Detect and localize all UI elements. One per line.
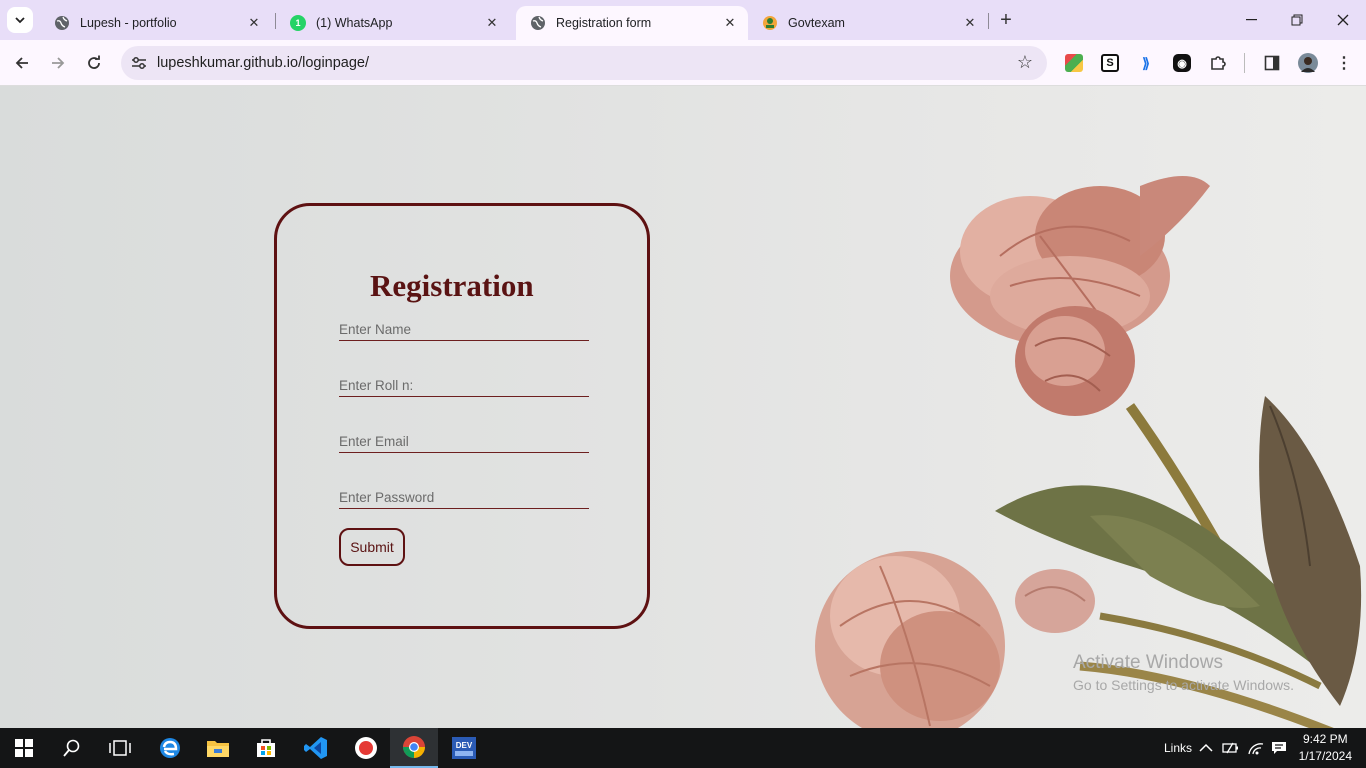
profile-avatar[interactable]: [1298, 53, 1318, 73]
links-toolbar[interactable]: Links: [1164, 728, 1192, 768]
plus-icon: +: [1000, 8, 1012, 31]
windows-taskbar: DEV Links 9:42 PM 1/17/2024: [0, 728, 1366, 768]
s-extension-icon[interactable]: S: [1101, 54, 1119, 72]
clock-date: 1/17/2024: [1298, 749, 1352, 763]
svg-text:DEV: DEV: [456, 741, 473, 750]
tab-portfolio[interactable]: Lupesh - portfolio ✕: [40, 6, 272, 40]
chrome-icon: [403, 736, 425, 758]
arrow-left-icon: [15, 57, 28, 69]
network-status-button[interactable]: [1247, 728, 1265, 768]
store-bag-icon: [257, 739, 275, 757]
tab-govtexam[interactable]: Govtexam ✕: [748, 6, 988, 40]
dev-taskbar-button[interactable]: DEV: [440, 728, 488, 768]
recorder-taskbar-button[interactable]: [342, 728, 390, 768]
roll-number-input[interactable]: [339, 375, 589, 395]
flower-background-image: [815, 176, 1362, 728]
chevron-down-icon: [15, 17, 25, 24]
edge-icon: [160, 738, 180, 758]
show-hidden-icons-button[interactable]: [1199, 728, 1213, 768]
battery-icon: [1222, 742, 1238, 754]
windows-logo-icon: [15, 739, 33, 757]
task-view-icon: [109, 740, 131, 756]
vscode-icon: [304, 737, 327, 759]
tab-close-icon[interactable]: ✕: [720, 13, 740, 33]
chrome-taskbar-button[interactable]: [390, 728, 438, 768]
taskbar-clock[interactable]: 9:42 PM 1/17/2024: [1299, 731, 1352, 765]
globe-icon: [530, 15, 546, 31]
search-button[interactable]: [48, 728, 96, 768]
tab-close-icon[interactable]: ✕: [482, 13, 502, 33]
kebab-menu-icon[interactable]: ⋮: [1335, 54, 1353, 72]
tab-separator: [988, 13, 989, 29]
message-icon: [1272, 742, 1286, 754]
new-tab-button[interactable]: +: [994, 8, 1018, 32]
wifi-icon: [1248, 743, 1264, 755]
tab-close-icon[interactable]: ✕: [244, 13, 264, 33]
tab-title: Govtexam: [788, 16, 845, 30]
tab-close-icon[interactable]: ✕: [960, 13, 980, 33]
vscode-taskbar-button[interactable]: [292, 728, 340, 768]
restore-button[interactable]: [1274, 0, 1320, 40]
registration-heading: Registration: [370, 268, 534, 303]
tab-search-button[interactable]: [7, 7, 33, 33]
close-window-button[interactable]: [1320, 0, 1366, 40]
globe-icon: [54, 15, 70, 31]
minimize-button[interactable]: [1228, 0, 1274, 40]
back-button[interactable]: [8, 49, 36, 77]
address-bar[interactable]: lupeshkumar.github.io/loginpage/ ☆: [121, 46, 1047, 80]
submit-button[interactable]: Submit: [339, 528, 405, 566]
chevron-up-icon: [1199, 743, 1213, 752]
extensions-puzzle-icon[interactable]: [1209, 54, 1227, 72]
tab-registration-form[interactable]: Registration form ✕: [516, 6, 748, 40]
page-viewport: Registration Submit Activate Windows Go …: [0, 86, 1366, 728]
tab-title: (1) WhatsApp: [316, 16, 393, 30]
name-input[interactable]: [339, 319, 589, 339]
power-status-button[interactable]: [1222, 728, 1240, 768]
whatsapp-badge-icon: 1: [290, 15, 306, 31]
task-view-button[interactable]: [96, 728, 144, 768]
tab-title: Registration form: [556, 16, 652, 30]
color-extension-icon[interactable]: [1065, 54, 1083, 72]
site-settings-icon[interactable]: [129, 53, 149, 73]
name-field: [339, 319, 589, 341]
arrow-right-icon: [52, 57, 65, 69]
tab-whatsapp[interactable]: 1 (1) WhatsApp ✕: [276, 6, 510, 40]
edge-taskbar-button[interactable]: [146, 728, 194, 768]
email-field: [339, 431, 589, 453]
file-explorer-taskbar-button[interactable]: [194, 728, 242, 768]
password-input[interactable]: [339, 487, 589, 507]
close-icon: [1337, 14, 1349, 26]
govtexam-favicon-icon: [762, 15, 778, 31]
toolbar-divider: [1244, 53, 1245, 73]
password-field: [339, 487, 589, 509]
email-input[interactable]: [339, 431, 589, 451]
links-label: Links: [1164, 741, 1193, 755]
clock-time: 9:42 PM: [1302, 732, 1348, 746]
reload-icon: [88, 55, 100, 69]
restore-icon: [1291, 14, 1303, 26]
search-icon: [63, 739, 80, 757]
wave-extension-icon[interactable]: ⟫: [1137, 54, 1155, 72]
activate-windows-watermark: Activate Windows Go to Settings to activ…: [1073, 652, 1294, 693]
circle-extension-icon[interactable]: ◉: [1173, 54, 1191, 72]
watermark-subtitle: Go to Settings to activate Windows.: [1073, 677, 1294, 693]
browser-toolbar: lupeshkumar.github.io/loginpage/ ☆ S ⟫ ◉…: [0, 40, 1366, 86]
folder-icon: [207, 741, 229, 757]
notifications-button[interactable]: [1271, 728, 1287, 768]
minimize-icon: [1245, 19, 1257, 21]
bookmark-star-icon[interactable]: ☆: [1017, 52, 1033, 73]
forward-button[interactable]: [44, 49, 72, 77]
tab-strip: Lupesh - portfolio ✕ 1 (1) WhatsApp ✕ Re…: [0, 0, 1366, 40]
registration-card: Registration Submit: [274, 203, 650, 629]
dev-app-icon: DEV: [452, 737, 476, 759]
record-icon: [355, 737, 377, 759]
url-text: lupeshkumar.github.io/loginpage/: [157, 55, 370, 71]
tab-title: Lupesh - portfolio: [80, 16, 177, 30]
store-taskbar-button[interactable]: [242, 728, 290, 768]
start-button[interactable]: [0, 728, 48, 768]
roll-field: [339, 375, 589, 397]
watermark-title: Activate Windows: [1073, 652, 1223, 673]
reload-button[interactable]: [80, 49, 108, 77]
side-panel-icon[interactable]: [1263, 54, 1281, 72]
